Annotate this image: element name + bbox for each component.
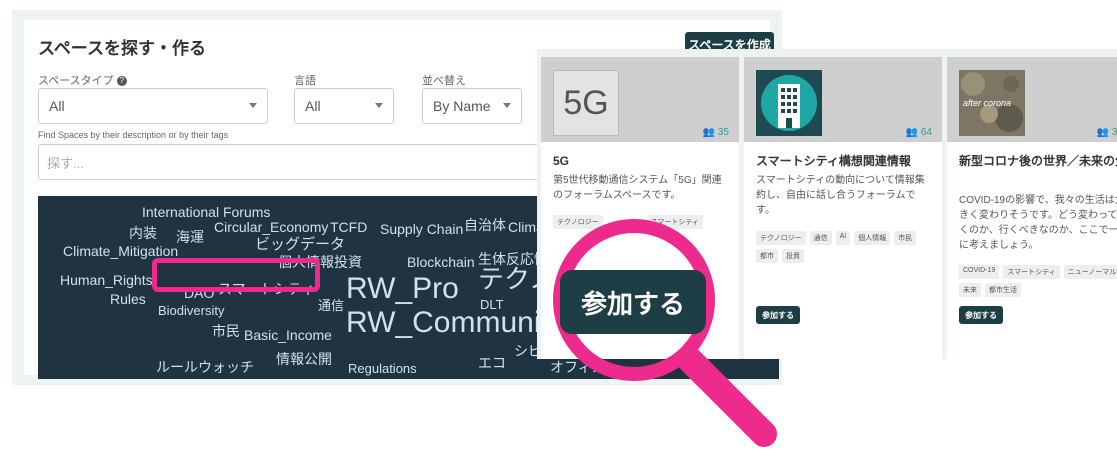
tag-cloud-item[interactable]: Basic_Income xyxy=(244,328,332,342)
tag-cloud-item[interactable]: ルールウォッチ xyxy=(156,360,254,374)
tag-chip[interactable]: 個人情報 xyxy=(854,231,891,245)
tag-cloud-item[interactable]: Blockchain xyxy=(407,255,475,269)
users-icon: 👥 xyxy=(1096,127,1110,138)
tag-cloud-item[interactable]: Biodiversity xyxy=(158,304,224,317)
card-thumbnail: 5G xyxy=(553,70,619,136)
member-count: 👥 64 xyxy=(906,127,932,138)
tag-cloud-item[interactable]: エコ xyxy=(478,356,506,370)
member-count-value: 64 xyxy=(920,127,932,138)
language-select[interactable]: All xyxy=(294,88,394,124)
users-icon: 👥 xyxy=(702,127,716,138)
language-label: 言語 xyxy=(294,75,316,87)
tag-cloud-item[interactable]: Rules xyxy=(110,292,146,306)
search-input[interactable]: 探す... xyxy=(38,144,578,180)
search-placeholder: 探す... xyxy=(47,155,84,171)
tag-chip[interactable]: AI xyxy=(835,231,851,245)
chevron-down-icon xyxy=(249,103,257,108)
member-count: 👥 39 xyxy=(1097,127,1117,138)
card-description: スマートシティの動向について情報集約し、自由に話し合うフォーラムです。 xyxy=(756,175,925,216)
tag-chip[interactable]: スマートシティ xyxy=(1003,265,1060,279)
sort-label: 並べ替え xyxy=(422,75,466,87)
card-title[interactable]: スマートシティ構想関連情報 xyxy=(756,153,926,170)
tag-chip[interactable]: 未来 xyxy=(959,283,981,297)
tag-cloud-item[interactable]: 海運 xyxy=(176,230,204,244)
tag-chip[interactable]: 都市生活 xyxy=(985,283,1021,297)
card-tags: COVID-19 スマートシティ ニューノーマル 未来 都市生活 xyxy=(959,265,1117,297)
card-title[interactable]: 5G xyxy=(553,153,723,170)
tag-cloud-item[interactable]: Supply Chain xyxy=(380,222,463,236)
tag-cloud-item[interactable]: 市民 xyxy=(212,324,240,338)
tag-cloud-item[interactable]: 内装 xyxy=(129,226,157,240)
join-button[interactable]: 参加する xyxy=(959,306,1003,324)
tag-cloud-item[interactable]: Human_Rights xyxy=(60,273,153,287)
tag-cloud-item[interactable]: ビッグデータ xyxy=(255,237,345,252)
tag-chip[interactable]: 市民 xyxy=(894,231,917,245)
sort-select[interactable]: By Name xyxy=(422,88,522,124)
chevron-down-icon xyxy=(503,103,511,108)
member-count: 👥 35 xyxy=(703,127,729,138)
space-type-label-text: スペースタイプ xyxy=(38,75,114,87)
tag-cloud-item[interactable]: 自治体 xyxy=(464,218,506,232)
tag-cloud-item[interactable]: 通信 xyxy=(318,299,344,312)
card-description: 第5世代移動通信システム「5G」関連のフォーラムスペースです。 xyxy=(553,175,722,201)
tag-cloud-item[interactable]: 情報公開 xyxy=(276,352,332,366)
page-title: スペースを探す・作る xyxy=(38,39,206,58)
space-type-select[interactable]: All xyxy=(38,88,268,124)
thumbnail-5g-text: 5G xyxy=(563,83,609,122)
card-description: COVID-19の影響で、我々の生活は大きく変わりそうです。どう変わっていくのか… xyxy=(959,195,1117,251)
member-count-value: 35 xyxy=(717,127,729,138)
sort-value: By Name xyxy=(433,98,491,114)
tag-cloud-item[interactable]: 投資 xyxy=(334,255,362,269)
building-icon xyxy=(761,75,817,131)
join-button-magnified[interactable]: 参加する xyxy=(560,270,706,334)
member-count-value: 39 xyxy=(1111,127,1117,138)
tag-cloud-item[interactable]: International Forums xyxy=(142,205,270,219)
help-circle-icon[interactable]: ? xyxy=(116,76,127,87)
tag-cloud-item[interactable]: Climate_Mitigation xyxy=(63,244,178,258)
tag-cloud-item[interactable]: RW_Community xyxy=(346,308,564,338)
card-thumbnail xyxy=(756,70,822,136)
tag-cloud-item[interactable]: TCFD xyxy=(330,220,367,234)
space-type-value: All xyxy=(49,98,65,114)
tag-cloud-item[interactable]: Regulations xyxy=(348,362,417,375)
tag-cloud-item[interactable]: RW_Pro xyxy=(346,274,459,304)
tag-chip[interactable]: COVID-19 xyxy=(959,265,1000,279)
tag-chip[interactable]: ニューノーマル xyxy=(1063,265,1117,279)
highlight-box xyxy=(152,258,320,292)
search-hint: Find Spaces by their description or by t… xyxy=(38,130,229,140)
card-title[interactable]: 新型コロナ後の世界／未来の生活 xyxy=(959,153,1117,170)
tag-chip[interactable]: 通信 xyxy=(809,231,832,245)
users-icon: 👥 xyxy=(905,127,919,138)
space-type-label: スペースタイプ? xyxy=(38,72,127,88)
chevron-down-icon xyxy=(375,103,383,108)
space-card-after-corona[interactable]: after corona 👥 39 新型コロナ後の世界／未来の生活 COVID-… xyxy=(947,57,1117,359)
card-thumbnail: after corona xyxy=(959,70,1025,136)
thumbnail-text: after corona xyxy=(963,98,1011,108)
tag-cloud-item[interactable]: Circular_Economy xyxy=(214,220,328,234)
earth-photo-icon: after corona xyxy=(959,70,1025,136)
language-value: All xyxy=(305,98,321,114)
